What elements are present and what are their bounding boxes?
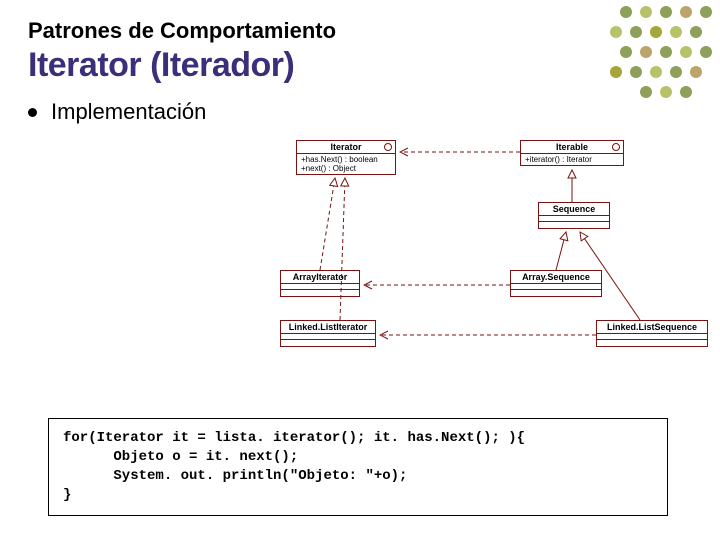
class-linkedlist-sequence: Linked.ListSequence bbox=[596, 320, 708, 347]
class-name: Linked.ListSequence bbox=[597, 321, 707, 334]
decorative-dot-grid bbox=[600, 0, 720, 110]
class-operations: +has.Next() : boolean +next() : Object bbox=[297, 154, 395, 174]
class-array-iterator: ArrayIterator bbox=[280, 270, 360, 297]
interface-icon bbox=[612, 143, 620, 151]
bullet-item: Implementación bbox=[28, 99, 692, 125]
class-name: Array.Sequence bbox=[511, 271, 601, 284]
supertitle: Patrones de Comportamiento bbox=[28, 18, 692, 44]
bullet-text: Implementación bbox=[51, 99, 206, 125]
class-iterable: Iterable +iterator() : Iterator bbox=[520, 140, 624, 166]
class-iterator: Iterator +has.Next() : boolean +next() :… bbox=[296, 140, 396, 175]
interface-icon bbox=[384, 143, 392, 151]
page-title: Iterator (Iterador) bbox=[28, 46, 692, 85]
uml-diagram: Iterator +has.Next() : boolean +next() :… bbox=[280, 140, 710, 360]
class-array-sequence: Array.Sequence bbox=[510, 270, 602, 297]
class-name: Iterable bbox=[556, 142, 588, 152]
class-name: Linked.ListIterator bbox=[281, 321, 375, 334]
bullet-dot-icon bbox=[28, 108, 37, 117]
class-name: Iterator bbox=[330, 142, 361, 152]
class-operations: +iterator() : Iterator bbox=[521, 154, 623, 165]
code-snippet: for(Iterator it = lista. iterator(); it.… bbox=[48, 418, 668, 516]
slide: Patrones de Comportamiento Iterator (Ite… bbox=[0, 0, 720, 540]
class-name: Sequence bbox=[539, 203, 609, 216]
class-sequence: Sequence bbox=[538, 202, 610, 229]
class-name: ArrayIterator bbox=[281, 271, 359, 284]
class-linkedlist-iterator: Linked.ListIterator bbox=[280, 320, 376, 347]
